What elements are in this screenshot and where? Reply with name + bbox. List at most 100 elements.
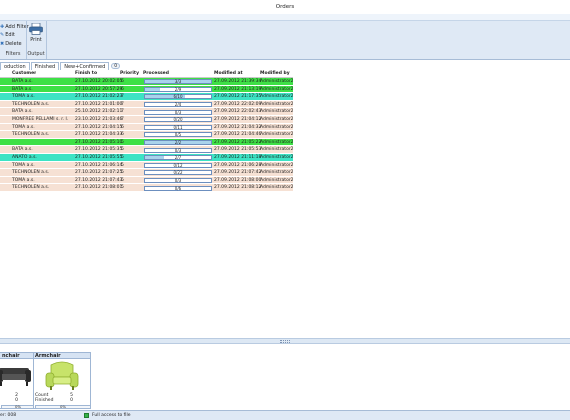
cell-modified-by: Administrator2 xyxy=(260,109,294,115)
cell-finish-to: 27.10.2012 21:02:23 xyxy=(75,94,123,100)
cell-finish-to: 27.10.2012 21:05:35 xyxy=(75,147,123,153)
cell-finish-to: 27.10.2012 21:04:15 xyxy=(75,124,123,130)
table-row[interactable]: TECHNOLEN a.s. 27.10.2012 21:04:33 6 27.09.… xyxy=(0,131,294,139)
processed-progress-bar: 2/2 xyxy=(144,139,212,145)
processed-progress-bar: 0/12 xyxy=(144,162,212,168)
cell-priority: 5 xyxy=(121,185,124,191)
table-row[interactable]: TOMA a.s. 27.10.2012 21:06:14 5 27.09.2012 … xyxy=(0,161,294,170)
edit-label: Edit xyxy=(5,32,15,38)
status-access-text: Full access to file xyxy=(92,413,131,418)
table-row[interactable]: BATA a.s. 27.10.2012 21:05:35 5 27.09.2012 … xyxy=(0,146,294,154)
splitter-grip[interactable] xyxy=(280,340,290,343)
table-row[interactable]: 27.10.2012 21:05:10 5 27.09.2012 21:05:22 A… xyxy=(0,138,294,147)
cell-modified-by: Administrator2 xyxy=(260,101,294,107)
processed-progress-bar: 0/11 xyxy=(144,124,212,130)
cell-customer: MONFREE PELLAMI s. r. l. xyxy=(12,117,69,122)
table-row[interactable]: TECHNOLEN a.s. 27.10.2012 21:01:00 7 27.09.… xyxy=(0,100,294,109)
processed-progress-bar: 0/3 xyxy=(144,109,212,115)
card-finished-value: 0 xyxy=(70,398,73,403)
status-left-text: er: 008 xyxy=(0,413,17,418)
delete-button[interactable]: ✖ Delete xyxy=(0,41,22,47)
orders-grid: Customer Finish to Priority Processed Mo… xyxy=(0,70,294,195)
tab-finished[interactable]: Finished xyxy=(30,62,60,70)
table-row[interactable]: TOMA a.s. 27.10.2012 21:07:43 5 27.09.2012 … xyxy=(0,176,294,185)
cell-modified-by: Administrator2 xyxy=(260,147,294,153)
cell-customer: TOMA a.s. xyxy=(12,94,35,100)
product-card-sofa[interactable]: nchair 2 0 0% xyxy=(0,352,36,409)
cell-modified-at: 27.09.2012 21:07:42 xyxy=(214,170,262,176)
table-row[interactable]: ANATO a.s. 27.10.2012 21:05:55 5 27.09.2012… xyxy=(0,154,294,162)
cell-finish-to: 27.10.2012 21:07:43 xyxy=(75,177,123,183)
ribbon-tab-strip xyxy=(0,14,570,21)
cell-customer: BATA a.s. xyxy=(12,147,33,153)
table-row[interactable]: TOMA a.s. 27.10.2012 21:04:15 6 27.09.2012 … xyxy=(0,123,294,132)
product-card-armchair[interactable]: Armchair Count 5 Finished 0 0% xyxy=(33,352,91,409)
products-panel: nchair 2 0 0% Armchair Count 5 Finished … xyxy=(0,344,570,410)
tab-production[interactable]: oduction xyxy=(0,62,30,70)
cell-modified-at: 27.09.2012 21:13:19 xyxy=(214,86,262,92)
cell-modified-at: 27.09.2012 21:11:18 xyxy=(214,155,262,160)
add-filter-button[interactable]: ✚ Add Filter xyxy=(0,24,29,30)
table-row[interactable]: TOMA a.s. 27.10.2012 21:02:23 7 27.09.2012 … xyxy=(0,93,294,101)
cell-modified-by: Administrator2 xyxy=(260,155,294,160)
print-label: Print xyxy=(30,37,42,43)
processed-progress-bar: 2/9 xyxy=(144,86,212,92)
cell-customer: BATA a.s. xyxy=(12,109,33,115)
table-row[interactable]: BATA a.s. 27.10.2012 20:02:05 6 27.09.2012 … xyxy=(0,78,294,86)
cell-customer: ANATO a.s. xyxy=(12,155,37,160)
cell-modified-by: Administrator2 xyxy=(260,86,294,92)
edit-button[interactable]: ✎ Edit xyxy=(0,32,15,38)
cell-customer: TECHNOLEN a.s. xyxy=(12,101,50,107)
cell-modified-at: 27.09.2012 21:08:12 xyxy=(214,185,262,191)
cell-customer: TECHNOLEN a.s. xyxy=(12,185,50,191)
cell-modified-at: 27.09.2012 21:08:00 xyxy=(214,177,262,183)
cell-priority: 7 xyxy=(121,117,124,122)
card-finished-row: Finished 0 xyxy=(35,398,91,403)
cell-modified-by: Administrator2 xyxy=(260,117,294,122)
cell-processed: 0/11 xyxy=(173,124,183,130)
cell-customer: TOMA a.s. xyxy=(12,177,35,183)
processed-progress-bar: 2/4 xyxy=(144,101,212,107)
col-modified-by-header[interactable]: Modified by xyxy=(260,70,290,78)
cell-modified-by: Administrator2 xyxy=(260,170,294,176)
table-row[interactable]: TECHNOLEN a.s. 27.10.2012 21:08:01 5 27.09.… xyxy=(0,184,294,192)
cell-processed: 0/3 xyxy=(174,177,182,183)
tab-count-badge: 0 xyxy=(111,62,121,69)
cell-processed: 6/10 xyxy=(173,94,183,100)
table-row[interactable]: TECHNOLEN a.s. 27.10.2012 21:07:25 5 27.09.… xyxy=(0,169,294,177)
table-row[interactable]: BATA a.s. 25.10.2012 21:02:11 7 27.09.2012 … xyxy=(0,108,294,116)
col-finish-header[interactable]: Finish to xyxy=(75,70,97,78)
processed-progress-bar: 0/22 xyxy=(144,170,212,176)
col-modified-at-header[interactable]: Modified at xyxy=(214,70,243,78)
cell-modified-by: Administrator2 xyxy=(260,94,294,100)
cell-priority: 6 xyxy=(121,79,124,84)
cell-priority: 5 xyxy=(121,170,124,176)
cell-modified-by: Administrator2 xyxy=(260,79,294,84)
col-processed-header[interactable]: Processed xyxy=(143,70,169,78)
cell-modified-at: 27.09.2012 21:04:46 xyxy=(214,132,262,138)
col-priority-header[interactable]: Priority xyxy=(120,70,139,78)
delete-label: Delete xyxy=(5,41,22,47)
cell-modified-at: 27.09.2012 21:05:22 xyxy=(214,139,262,145)
cell-modified-by: Administrator2 xyxy=(260,185,294,191)
table-row[interactable]: BATA a.s. 27.10.2012 20:57:29 6 27.09.2012 … xyxy=(0,85,294,94)
table-row[interactable]: MONFREE PELLAMI s. r. l. 23.10.2012 21:03… xyxy=(0,116,294,124)
cell-priority: 5 xyxy=(121,162,124,168)
processed-progress-bar: 0/5 xyxy=(144,132,212,138)
cell-priority: 7 xyxy=(121,109,124,115)
tab-new-confirmed[interactable]: New+Confirmed xyxy=(60,62,110,70)
cell-modified-at: 27.09.2012 21:04:12 xyxy=(214,117,262,122)
grid-header: Customer Finish to Priority Processed Mo… xyxy=(0,70,293,78)
cell-modified-by: Administrator2 xyxy=(260,124,294,130)
cell-priority: 5 xyxy=(121,147,124,153)
cell-finish-to: 27.10.2012 20:02:05 xyxy=(75,79,123,84)
cell-customer: TECHNOLEN a.s. xyxy=(12,170,50,176)
col-customer-header[interactable]: Customer xyxy=(12,70,36,78)
print-button[interactable]: Print xyxy=(28,23,44,47)
cell-processed: 0/5 xyxy=(174,132,182,138)
window-title: Orders xyxy=(0,0,570,14)
processed-progress-bar: 2/7 xyxy=(144,155,212,161)
cell-processed: 0/6 xyxy=(174,185,182,191)
cell-priority: 7 xyxy=(121,94,124,100)
cell-modified-by: Administrator2 xyxy=(260,162,294,168)
